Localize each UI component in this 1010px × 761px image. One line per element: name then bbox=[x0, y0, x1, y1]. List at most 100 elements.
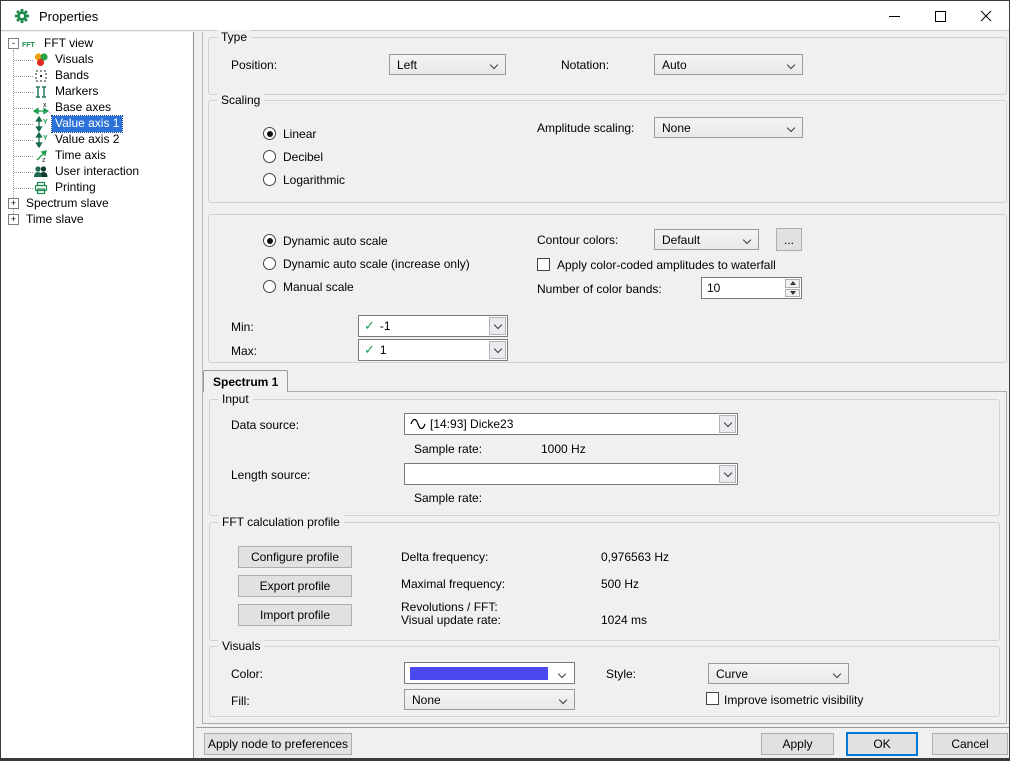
amplitude-scaling-select[interactable]: None bbox=[654, 117, 803, 138]
tree-item-label-selected: Value axis 1 bbox=[52, 116, 122, 132]
close-icon bbox=[980, 10, 992, 22]
max-combobox[interactable]: ✓ 1 bbox=[358, 339, 508, 361]
linear-radio[interactable] bbox=[263, 127, 276, 140]
data-source-label: Data source: bbox=[231, 418, 299, 432]
position-select[interactable]: Left bbox=[389, 54, 506, 75]
tree-item-bands[interactable]: Bands bbox=[1, 68, 193, 84]
linear-label: Linear bbox=[283, 127, 316, 141]
color-bands-stepper[interactable]: 10 bbox=[701, 277, 802, 299]
isometric-checkbox[interactable] bbox=[706, 692, 719, 705]
minimize-button[interactable] bbox=[871, 1, 917, 31]
expand-icon[interactable]: + bbox=[8, 214, 19, 225]
tree-item-value-axis-1[interactable]: Y Value axis 1 bbox=[1, 116, 193, 132]
tree-item-time-axis[interactable]: z Time axis bbox=[1, 148, 193, 164]
waterfall-checkbox-label: Apply color-coded amplitudes to waterfal… bbox=[557, 258, 776, 272]
tree-item-label: Visuals bbox=[52, 52, 96, 68]
chevron-down-icon bbox=[787, 124, 795, 132]
notation-select[interactable]: Auto bbox=[654, 54, 803, 75]
contour-colors-label: Contour colors: bbox=[537, 233, 618, 247]
chevron-down-icon bbox=[559, 696, 567, 704]
base-axes-icon: x bbox=[33, 100, 49, 116]
amplitude-scaling-label: Amplitude scaling: bbox=[537, 121, 634, 135]
maximal-frequency-label: Maximal frequency: bbox=[401, 577, 505, 591]
fill-label: Fill: bbox=[231, 694, 250, 708]
chevron-down-icon bbox=[490, 61, 498, 69]
color-swatch bbox=[410, 667, 548, 680]
tree-item-value-axis-2[interactable]: Y Value axis 2 bbox=[1, 132, 193, 148]
fill-select[interactable]: None bbox=[404, 689, 575, 710]
ok-button[interactable]: OK bbox=[846, 732, 918, 756]
import-profile-button[interactable]: Import profile bbox=[238, 604, 352, 626]
tree-item-user-interaction[interactable]: User interaction bbox=[1, 164, 193, 180]
dropdown-button[interactable] bbox=[489, 341, 506, 359]
manual-scale-radio[interactable] bbox=[263, 280, 276, 293]
contour-colors-more-button[interactable]: ... bbox=[776, 228, 802, 251]
apply-node-to-preferences-button[interactable]: Apply node to preferences bbox=[204, 733, 352, 755]
scaling-group: Scaling bbox=[208, 100, 1007, 203]
tab-spectrum-1[interactable]: Spectrum 1 bbox=[203, 370, 288, 392]
close-button[interactable] bbox=[963, 1, 1009, 31]
tree-item-label: Base axes bbox=[52, 100, 114, 116]
group-title: FFT calculation profile bbox=[218, 515, 344, 529]
tree-item-label: Markers bbox=[52, 84, 101, 100]
contour-colors-select[interactable]: Default bbox=[654, 229, 759, 250]
expand-icon[interactable]: + bbox=[8, 198, 19, 209]
dropdown-button[interactable] bbox=[719, 415, 736, 433]
tree-item-base-axes[interactable]: x Base axes bbox=[1, 100, 193, 116]
cancel-button[interactable]: Cancel bbox=[932, 733, 1008, 755]
min-label: Min: bbox=[231, 320, 254, 334]
apply-button[interactable]: Apply bbox=[761, 733, 834, 755]
footer-divider bbox=[196, 727, 1010, 728]
group-title: Type bbox=[217, 30, 251, 44]
chevron-down-icon bbox=[558, 670, 566, 678]
update-rate-value: 1024 ms bbox=[601, 613, 647, 627]
tree-item-spectrum-slave[interactable]: + Spectrum slave bbox=[1, 196, 193, 212]
collapse-icon[interactable]: - bbox=[8, 38, 19, 49]
tree-item-label: Time slave bbox=[23, 212, 87, 228]
dynamic-increase-radio[interactable] bbox=[263, 257, 276, 270]
sine-wave-icon bbox=[410, 417, 426, 431]
style-select[interactable]: Curve bbox=[708, 663, 849, 684]
tree-item-printing[interactable]: Printing bbox=[1, 180, 193, 196]
color-select[interactable] bbox=[404, 662, 575, 684]
chevron-down-icon bbox=[743, 236, 751, 244]
configure-profile-button[interactable]: Configure profile bbox=[238, 546, 352, 568]
tree-item-visuals[interactable]: Visuals bbox=[1, 52, 193, 68]
svg-text:z: z bbox=[42, 157, 46, 164]
tree-item-label: Spectrum slave bbox=[23, 196, 112, 212]
chevron-down-icon bbox=[833, 670, 841, 678]
tree-item-fft-view[interactable]: - FFT FFT view bbox=[1, 36, 193, 52]
value-axis-icon: Y bbox=[33, 132, 49, 148]
export-profile-button[interactable]: Export profile bbox=[238, 575, 352, 597]
chevron-down-icon bbox=[493, 344, 501, 352]
title-bar: Properties bbox=[1, 1, 1009, 31]
sample-rate-value: 1000 Hz bbox=[541, 442, 586, 456]
tree-item-time-slave[interactable]: + Time slave bbox=[1, 212, 193, 228]
tree-item-markers[interactable]: Markers bbox=[1, 84, 193, 100]
waterfall-checkbox[interactable] bbox=[537, 258, 550, 271]
dropdown-button[interactable] bbox=[489, 317, 506, 335]
spin-down-button[interactable] bbox=[785, 289, 800, 298]
logarithmic-radio[interactable] bbox=[263, 173, 276, 186]
printer-icon bbox=[33, 180, 49, 196]
dynamic-increase-label: Dynamic auto scale (increase only) bbox=[283, 257, 470, 271]
tree-item-label: FFT view bbox=[41, 36, 96, 52]
svg-text:Y: Y bbox=[43, 135, 48, 142]
svg-text:x: x bbox=[43, 102, 47, 109]
visuals-icon bbox=[33, 52, 49, 68]
decibel-radio[interactable] bbox=[263, 150, 276, 163]
checkmark-icon: ✓ bbox=[364, 318, 375, 334]
notation-label: Notation: bbox=[561, 58, 609, 72]
min-combobox[interactable]: ✓ -1 bbox=[358, 315, 508, 337]
isometric-checkbox-label: Improve isometric visibility bbox=[724, 693, 863, 707]
visuals-group: Visuals bbox=[209, 646, 1000, 717]
checkmark-icon: ✓ bbox=[364, 342, 375, 358]
length-source-select[interactable] bbox=[404, 463, 738, 485]
maximize-button[interactable] bbox=[917, 1, 963, 31]
dynamic-auto-scale-radio[interactable] bbox=[263, 234, 276, 247]
svg-text:FFT: FFT bbox=[22, 42, 36, 49]
up-arrow-icon bbox=[790, 281, 796, 285]
dropdown-button[interactable] bbox=[719, 465, 736, 483]
spin-up-button[interactable] bbox=[785, 279, 800, 288]
data-source-select[interactable]: [14:93] Dicke23 bbox=[404, 413, 738, 435]
